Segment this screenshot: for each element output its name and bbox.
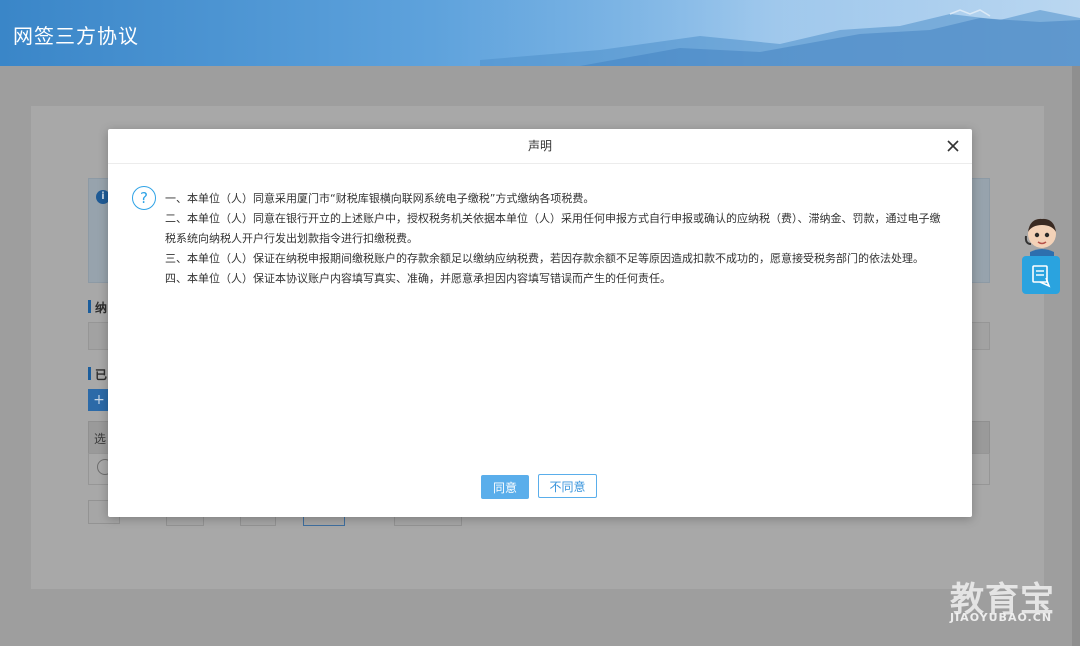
add-agreement-button[interactable]: + <box>88 389 110 411</box>
section-marker <box>88 300 91 313</box>
customer-service-avatar-icon[interactable] <box>1022 216 1062 256</box>
clause-item: 三、本单位（人）保证在纳税申报期间缴税账户的存款余额足以缴纳应纳税费，若因存款余… <box>165 252 924 265</box>
question-icon: ? <box>132 186 156 210</box>
message-icon <box>1032 265 1051 288</box>
disagree-button[interactable]: 不同意 <box>538 474 597 498</box>
page-scrollbar[interactable] <box>1072 66 1080 646</box>
app-header: 网签三方协议 <box>0 0 1080 66</box>
section-heading-signed: 已 <box>95 368 108 382</box>
section-heading-taxpayer: 纳 <box>95 301 108 315</box>
section-marker <box>88 367 91 380</box>
table-header-select: 选 <box>94 432 107 446</box>
declaration-clauses: 一、本单位（人）同意采用厦门市“财税库银横向联网系统电子缴税”方式缴纳各项税费。… <box>165 189 949 289</box>
declaration-dialog: 声明 ? 一、本单位（人）同意采用厦门市“财税库银横向联网系统电子缴税”方式缴纳… <box>108 129 972 517</box>
dialog-title: 声明 <box>108 129 972 164</box>
watermark-url: JIAOYUBAO.CN <box>950 611 1053 624</box>
page-title: 网签三方协议 <box>13 24 139 48</box>
clause-item: 四、本单位（人）保证本协议账户内容填写真实、准确，并愿意承担因内容填写错误而产生… <box>165 272 671 285</box>
agree-button[interactable]: 同意 <box>481 475 529 499</box>
clause-item: 一、本单位（人）同意采用厦门市“财税库银横向联网系统电子缴税”方式缴纳各项税费。 <box>165 192 595 205</box>
clause-item: 二、本单位（人）同意在银行开立的上述账户中，授权税务机关依据本单位（人）采用任何… <box>165 212 941 245</box>
side-message-button[interactable] <box>1022 256 1060 294</box>
great-wall-banner-image <box>480 0 1080 66</box>
close-icon[interactable] <box>945 138 961 154</box>
